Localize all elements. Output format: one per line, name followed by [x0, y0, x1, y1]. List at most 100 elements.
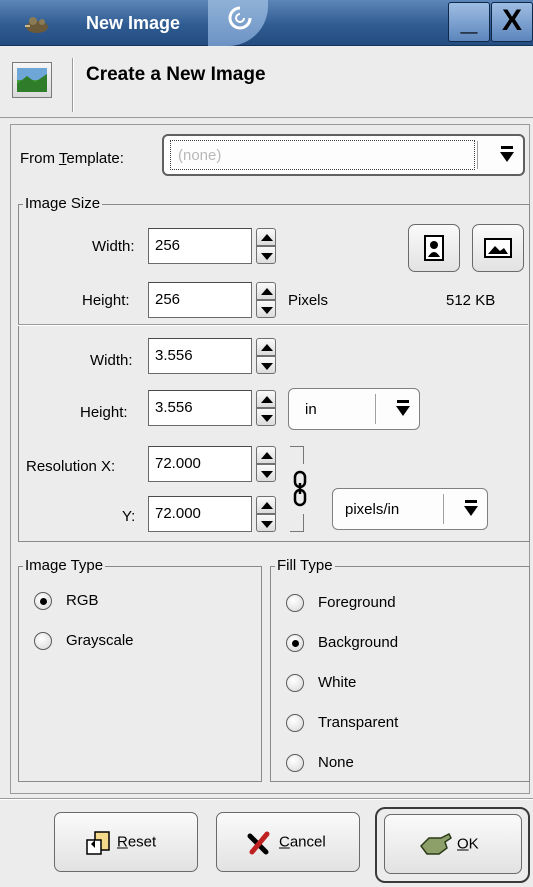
unit-value: in: [305, 401, 317, 418]
radio-none[interactable]: [286, 754, 304, 772]
stepper-up-button[interactable]: [256, 446, 276, 464]
stepper-up-button[interactable]: [256, 282, 276, 300]
white-label[interactable]: White: [318, 674, 356, 691]
arrow-down-icon: [261, 307, 273, 314]
arrow-up-icon: [261, 502, 273, 509]
ok-button[interactable]: OK: [384, 814, 522, 874]
stepper-up-button[interactable]: [256, 228, 276, 246]
unit-combo[interactable]: in: [288, 388, 420, 430]
radio-foreground[interactable]: [286, 594, 304, 612]
grayscale-label[interactable]: Grayscale: [66, 632, 134, 649]
gimp-app-icon: [25, 17, 48, 33]
reset-icon: [86, 831, 110, 855]
height-label: Height:: [80, 404, 128, 421]
arrow-down-icon: [261, 521, 273, 528]
resolution-y-field[interactable]: 72.000: [148, 496, 252, 532]
height-field[interactable]: 3.556: [148, 390, 252, 426]
image-size-title: Image Size: [23, 195, 103, 212]
titlebar-decoration: [208, 0, 268, 46]
height-stepper[interactable]: [256, 390, 276, 426]
arrow-up-icon: [261, 234, 273, 241]
arrow-down-icon: [261, 415, 273, 422]
image-type-title: Image Type: [23, 557, 106, 574]
dialog-header: Create a New Image: [0, 46, 533, 118]
window-titlebar[interactable]: New Image _ X: [0, 0, 533, 46]
reset-label: Reset: [117, 833, 157, 851]
fill-type-title: Fill Type: [275, 557, 335, 574]
minimize-button[interactable]: _: [448, 2, 490, 42]
radio-transparent[interactable]: [286, 714, 304, 732]
none-label[interactable]: None: [318, 754, 354, 771]
cancel-icon: [247, 831, 270, 855]
radio-grayscale[interactable]: [34, 632, 52, 650]
new-image-icon: [12, 62, 52, 98]
portrait-button[interactable]: [408, 224, 460, 272]
arrow-up-icon: [261, 452, 273, 459]
rgb-label[interactable]: RGB: [66, 592, 99, 609]
close-button[interactable]: X: [491, 2, 533, 42]
pixel-width-field[interactable]: 256: [148, 228, 252, 264]
radio-white[interactable]: [286, 674, 304, 692]
arrow-down-icon: [261, 363, 273, 370]
cancel-button[interactable]: Cancel: [216, 812, 360, 872]
stepper-down-button[interactable]: [256, 356, 276, 374]
arrow-up-icon: [261, 288, 273, 295]
window-title: New Image: [86, 13, 181, 33]
template-combo[interactable]: (none): [162, 134, 525, 176]
template-value: (none): [178, 147, 222, 164]
stepper-up-button[interactable]: [256, 496, 276, 514]
resolution-unit-combo[interactable]: pixels/in: [332, 488, 488, 530]
stepper-up-button[interactable]: [256, 338, 276, 356]
close-icon: X: [501, 4, 522, 37]
footer-divider: [0, 798, 533, 800]
resolution-y-stepper[interactable]: [256, 496, 276, 532]
landscape-button[interactable]: [472, 224, 524, 272]
ok-hand-icon: [420, 832, 452, 855]
stepper-up-button[interactable]: [256, 390, 276, 408]
pixel-unit-label: Pixels: [288, 292, 329, 309]
radio-rgb[interactable]: [34, 592, 52, 610]
size-divider: [18, 324, 528, 326]
dialog-heading: Create a New Image: [86, 64, 266, 85]
foreground-label[interactable]: Foreground: [318, 594, 396, 611]
resolution-x-stepper[interactable]: [256, 446, 276, 482]
stepper-down-button[interactable]: [256, 408, 276, 426]
resolution-y-label: Y:: [122, 508, 136, 525]
dropdown-arrow-icon: [396, 400, 410, 416]
pixel-width-stepper[interactable]: [256, 228, 276, 264]
combo-separator: [443, 494, 445, 524]
reset-button[interactable]: Reset: [54, 812, 198, 872]
chain-bracket-top: [290, 446, 304, 464]
width-label: Width:: [90, 352, 133, 369]
memory-size-label: 512 KB: [446, 292, 496, 309]
cancel-label: Cancel: [279, 833, 326, 851]
dropdown-arrow-icon: [500, 146, 514, 162]
arrow-up-icon: [261, 396, 273, 403]
stepper-down-button[interactable]: [256, 246, 276, 264]
ok-label: OK: [457, 835, 479, 853]
width-stepper[interactable]: [256, 338, 276, 374]
pixel-height-stepper[interactable]: [256, 282, 276, 318]
stepper-down-button[interactable]: [256, 514, 276, 532]
radio-background[interactable]: [286, 634, 304, 652]
dropdown-arrow-icon: [464, 500, 478, 516]
background-label[interactable]: Background: [318, 634, 398, 651]
fill-type-frame: Fill Type: [270, 557, 530, 782]
pixel-height-label: Height:: [82, 292, 130, 309]
image-type-frame: Image Type: [18, 557, 262, 782]
transparent-label[interactable]: Transparent: [318, 714, 398, 731]
resolution-x-field[interactable]: 72.000: [148, 446, 252, 482]
portrait-icon: [424, 235, 444, 261]
width-field[interactable]: 3.556: [148, 338, 252, 374]
chain-link-icon[interactable]: [292, 470, 308, 508]
pixel-width-label: Width:: [92, 238, 135, 255]
stepper-down-button[interactable]: [256, 464, 276, 482]
template-label: From Template:: [20, 150, 124, 167]
combo-separator: [477, 141, 479, 169]
combo-separator: [375, 394, 377, 424]
stepper-down-button[interactable]: [256, 300, 276, 318]
header-divider: [72, 58, 74, 112]
swirl-icon: [228, 6, 252, 30]
pixel-height-field[interactable]: 256: [148, 282, 252, 318]
chain-bracket-bottom: [290, 514, 304, 532]
